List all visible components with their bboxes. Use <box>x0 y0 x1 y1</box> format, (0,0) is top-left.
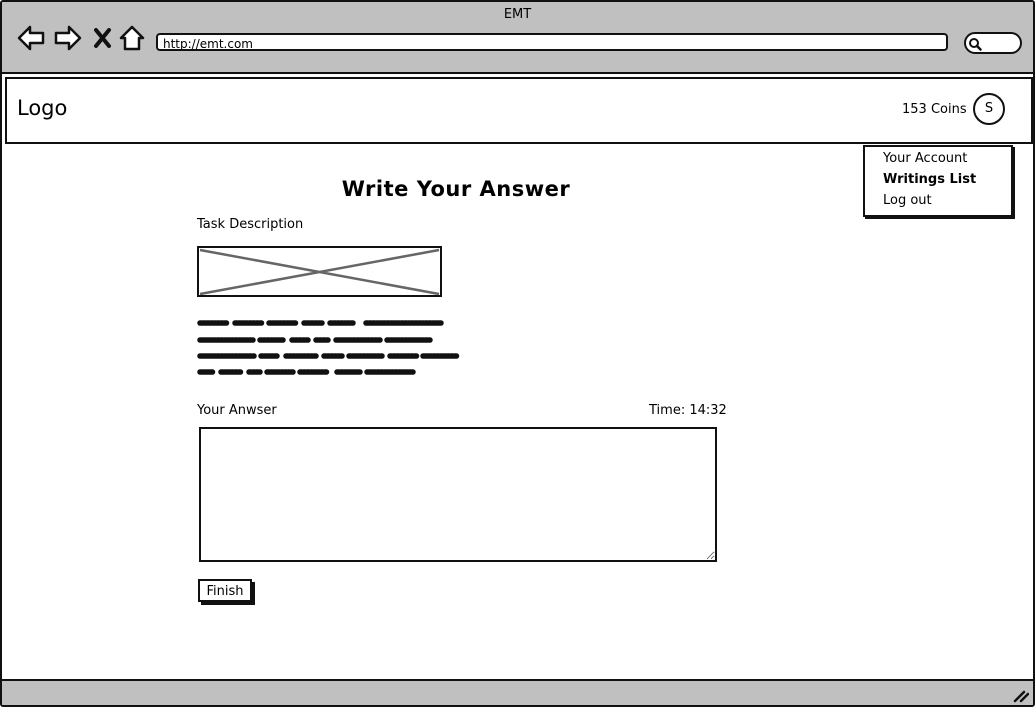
search-icon <box>969 38 982 51</box>
back-arrow-icon[interactable] <box>16 24 46 52</box>
browser-window: EMT http://emt.com Logo 153 Coins S Your… <box>0 0 1035 707</box>
window-title: EMT <box>503 7 532 22</box>
task-description-label: Task Description <box>197 217 304 232</box>
logo[interactable]: Logo <box>17 96 67 120</box>
coin-balance: 153 Coins <box>902 102 967 117</box>
account-dropdown-menu: Your Account Writings List Log out <box>863 145 1013 217</box>
browser-toolbar: EMT http://emt.com <box>2 2 1033 74</box>
home-icon[interactable] <box>118 24 146 52</box>
answer-textarea[interactable] <box>199 427 717 562</box>
resize-handle-icon[interactable] <box>1013 689 1029 703</box>
address-bar[interactable]: http://emt.com <box>156 33 948 51</box>
forward-arrow-icon[interactable] <box>53 24 83 52</box>
menu-item-your-account[interactable]: Your Account <box>883 151 967 166</box>
timer: Time: 14:32 <box>649 403 727 418</box>
menu-item-log-out[interactable]: Log out <box>883 193 932 208</box>
image-placeholder <box>197 246 442 297</box>
task-description-text <box>197 320 461 375</box>
close-icon[interactable] <box>90 24 116 52</box>
finish-button[interactable]: Finish <box>198 579 252 602</box>
page-title: Write Your Answer <box>341 177 571 201</box>
browser-search-field[interactable] <box>964 32 1022 54</box>
menu-item-writings-list[interactable]: Writings List <box>883 172 976 187</box>
answer-label: Your Anwser <box>197 403 277 418</box>
browser-status-bar <box>2 679 1033 705</box>
site-header: Logo 153 Coins S <box>5 77 1033 144</box>
avatar[interactable]: S <box>973 93 1005 125</box>
